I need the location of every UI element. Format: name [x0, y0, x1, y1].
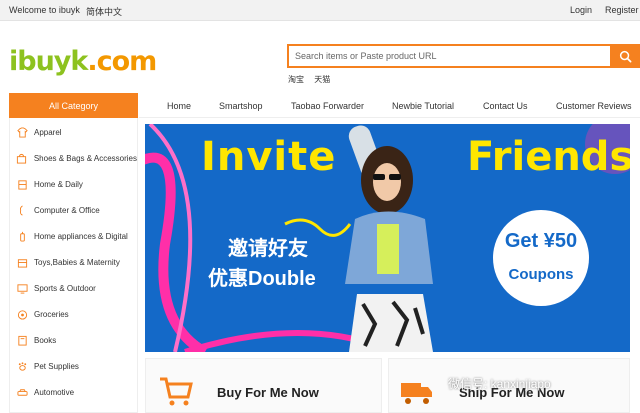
home-icon — [17, 179, 27, 190]
banner-cn-line1: 邀请好友 — [228, 238, 308, 260]
banner-cn-line2: 优惠Double — [208, 268, 316, 290]
nav-contact-us[interactable]: Contact Us — [483, 101, 528, 111]
nav-home[interactable]: Home — [167, 101, 191, 111]
promo-banner[interactable]: Invite Friends 邀请好友 优惠Double Get ¥50 Cou… — [145, 124, 630, 352]
search-input[interactable] — [289, 46, 611, 66]
search-icon — [619, 50, 631, 62]
category-label: Groceries — [34, 309, 69, 319]
category-computer-office[interactable]: Computer & Office — [10, 197, 137, 223]
welcome-text: Welcome to ibuyk — [9, 5, 80, 15]
nav-taobao-forwarder[interactable]: Taobao Forwarder — [291, 101, 364, 111]
nav-divider — [139, 117, 640, 118]
category-sidebar: Apparel Shoes & Bags & Accessories Home … — [9, 118, 138, 413]
buy-for-me-card[interactable]: Buy For Me Now — [145, 358, 382, 413]
truck-icon — [401, 383, 432, 404]
pet-icon — [18, 361, 26, 371]
mouse-icon — [19, 205, 23, 216]
coupon-amount: Get ¥50 — [504, 230, 578, 252]
coupon-label: Coupons — [508, 266, 574, 283]
all-category-button[interactable]: All Category — [9, 93, 138, 118]
site-logo[interactable]: ibuyk.com — [9, 44, 157, 80]
language-switch[interactable]: 简体中文 — [86, 5, 122, 18]
banner-model-image — [315, 124, 475, 352]
category-books[interactable]: Books — [10, 327, 137, 353]
quick-link-taobao[interactable]: 淘宝 — [288, 75, 304, 84]
category-automotive[interactable]: Automotive — [10, 379, 137, 405]
register-link[interactable]: Register — [605, 5, 639, 15]
category-groceries[interactable]: Groceries — [10, 301, 137, 327]
shirt-icon — [16, 126, 28, 138]
appliance-icon — [19, 231, 25, 242]
car-icon — [16, 388, 28, 396]
watermark-text: 微信号: kanxinjiapo — [448, 377, 551, 391]
top-bar: Welcome to ibuyk 简体中文 Login Register — [0, 0, 640, 21]
category-label: Computer & Office — [34, 205, 100, 215]
groceries-icon — [17, 309, 27, 320]
main-nav: Home Smartshop Taobao Forwarder Newbie T… — [139, 93, 640, 118]
category-label: Apparel — [34, 127, 62, 137]
category-label: Books — [34, 335, 57, 345]
category-shoes-bags[interactable]: Shoes & Bags & Accessories — [10, 145, 137, 171]
category-pet-supplies[interactable]: Pet Supplies — [10, 353, 137, 379]
banner-headline-right: Friends — [467, 134, 630, 180]
category-label: Home appliances & Digital — [34, 231, 128, 241]
cart-icon — [160, 377, 193, 406]
nav-customer-reviews[interactable]: Customer Reviews — [556, 101, 632, 111]
category-appliances-digital[interactable]: Home appliances & Digital — [10, 223, 137, 249]
category-label: Automotive — [34, 387, 75, 397]
search-bar — [287, 44, 640, 68]
login-link[interactable]: Login — [570, 5, 592, 15]
nav-newbie-tutorial[interactable]: Newbie Tutorial — [392, 101, 454, 111]
bag-icon — [17, 153, 27, 164]
category-label: Home & Daily — [34, 179, 83, 189]
quick-links: 淘宝 天猫 — [288, 74, 338, 85]
quick-link-tmall[interactable]: 天猫 — [314, 75, 330, 84]
toy-icon — [17, 258, 27, 268]
banner-headline-left: Invite — [201, 134, 337, 180]
monitor-icon — [16, 283, 28, 294]
category-label: Toys,Babies & Maternity — [34, 257, 120, 267]
book-icon — [17, 335, 27, 346]
nav-smartshop[interactable]: Smartshop — [219, 101, 263, 111]
buy-for-me-title: Buy For Me Now — [217, 385, 319, 400]
category-toys-babies[interactable]: Toys,Babies & Maternity — [10, 249, 137, 275]
logo-wordmark: ibuyk.com — [9, 46, 157, 77]
category-label: Pet Supplies — [34, 361, 79, 371]
category-sports-outdoor[interactable]: Sports & Outdoor — [10, 275, 137, 301]
category-label: Shoes & Bags & Accessories — [33, 153, 137, 163]
category-home-daily[interactable]: Home & Daily — [10, 171, 137, 197]
category-label: Sports & Outdoor — [34, 283, 96, 293]
coupon-badge: Get ¥50 Coupons — [493, 210, 589, 306]
search-button[interactable] — [610, 44, 640, 68]
category-apparel[interactable]: Apparel — [10, 119, 137, 145]
